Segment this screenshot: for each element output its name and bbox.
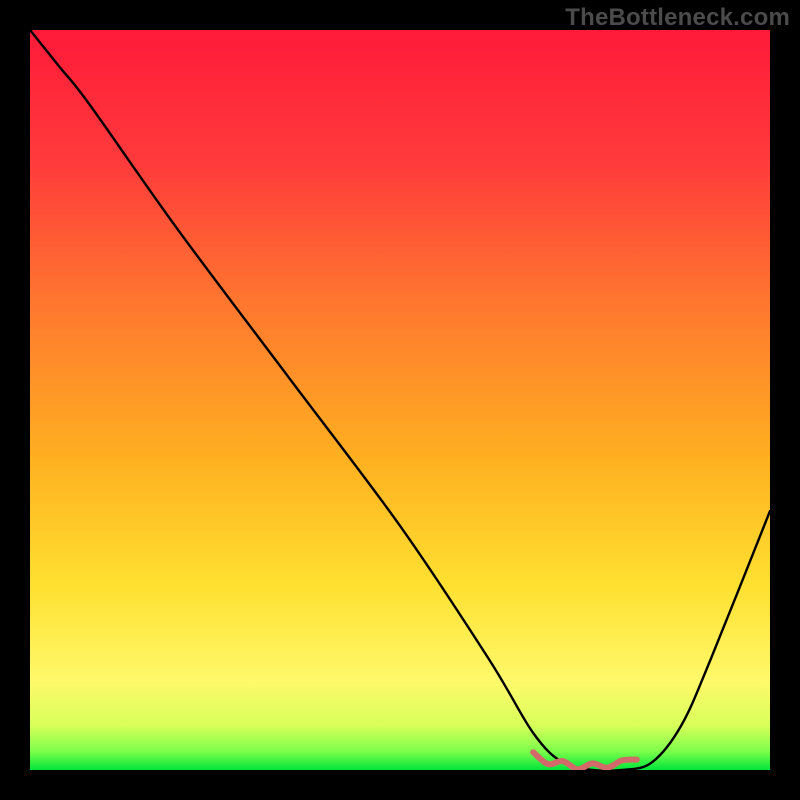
watermark-text: TheBottleneck.com: [565, 4, 790, 32]
chart-svg: [30, 30, 770, 770]
plot-area: [30, 30, 770, 770]
chart-background: [30, 30, 770, 770]
chart-frame: TheBottleneck.com: [0, 0, 800, 800]
